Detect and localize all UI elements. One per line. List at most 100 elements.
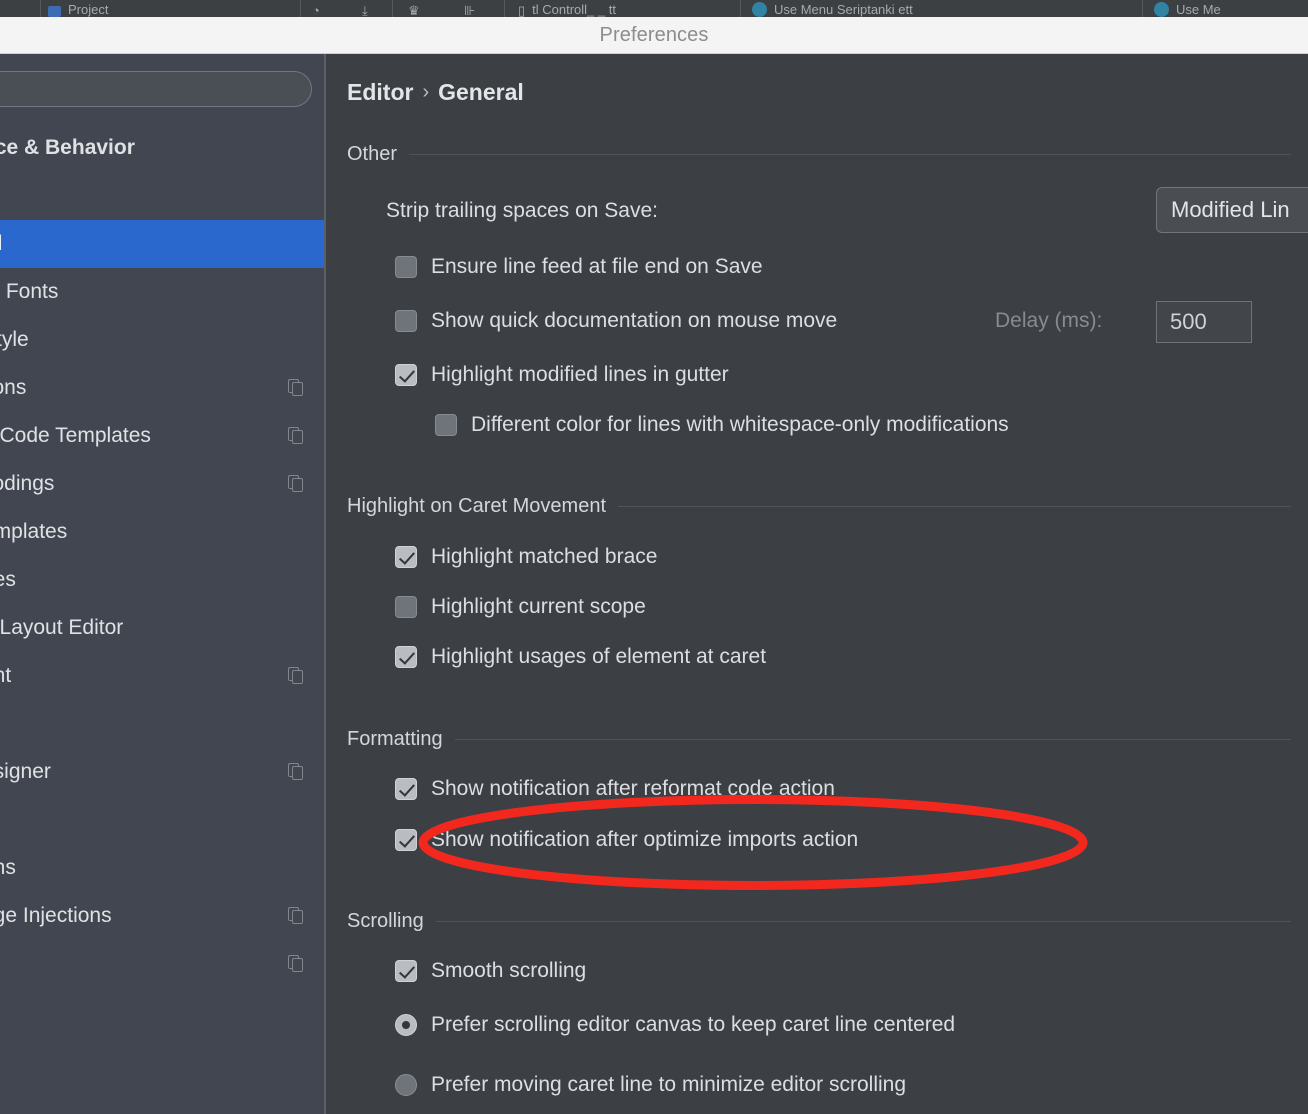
sidebar-item-general[interactable]: al — [0, 220, 324, 268]
checkbox-label: Show quick documentation on mouse move — [431, 309, 838, 332]
highlight-current-scope-row[interactable]: Highlight current scope — [395, 595, 646, 619]
copy-icon[interactable] — [288, 955, 304, 973]
sidebar-item-blank-2[interactable] — [0, 700, 324, 748]
sidebar-item-label: d Code Templates — [0, 424, 151, 447]
section-formatting-header: Formatting — [347, 727, 1291, 751]
smooth-scrolling-checkbox[interactable] — [395, 960, 417, 982]
toolbar-item-label: Project — [68, 2, 109, 17]
breadcrumb-root[interactable]: Editor — [347, 79, 413, 106]
toolbar-crown-item[interactable]: ♛ — [408, 0, 420, 17]
toolbar-user-item-1[interactable]: Use Menu Seriptanki ett — [752, 0, 913, 17]
checkbox-label: Smooth scrolling — [431, 959, 587, 982]
strip-trailing-spaces-dropdown[interactable]: Modified Lin — [1156, 187, 1308, 233]
checkbox-label: Highlight current scope — [431, 595, 646, 618]
highlight-modified-lines-row[interactable]: Highlight modified lines in gutter — [395, 363, 729, 387]
prefer-moving-caret-radio[interactable] — [395, 1074, 417, 1096]
delay-value: 500 — [1170, 309, 1207, 334]
copy-icon[interactable] — [288, 907, 304, 925]
show-notification-optimize-checkbox[interactable] — [395, 829, 417, 851]
download-icon: ⤓ — [362, 3, 368, 17]
copy-icon[interactable] — [288, 763, 304, 781]
sidebar-item-file-encodings[interactable]: codings — [0, 460, 324, 508]
sidebar-item-blank-1[interactable] — [0, 172, 324, 220]
highlight-modified-lines-checkbox[interactable] — [395, 364, 417, 386]
radio-label: Prefer moving caret line to minimize edi… — [431, 1073, 907, 1096]
toolbar-chart-item[interactable]: ⊪ — [464, 0, 475, 17]
ensure-line-feed-row[interactable]: Ensure line feed at file end on Save — [395, 255, 763, 279]
search-input[interactable] — [0, 71, 312, 107]
toolbar-project-item[interactable]: Project — [48, 0, 108, 17]
sidebar-item-code-style[interactable]: Style — [0, 316, 324, 364]
window-titlebar: Preferences — [0, 17, 1308, 54]
quick-documentation-checkbox[interactable] — [395, 310, 417, 332]
sidebar-item-label: ght — [0, 664, 12, 687]
copy-icon[interactable] — [288, 427, 304, 445]
prefer-scrolling-canvas-row[interactable]: Prefer scrolling editor canvas to keep c… — [395, 1013, 955, 1037]
show-notification-reformat-row[interactable]: Show notification after reformat code ac… — [395, 777, 835, 801]
copy-icon[interactable] — [288, 475, 304, 493]
show-notification-optimize-row[interactable]: Show notification after optimize imports… — [395, 828, 858, 852]
sidebar-item-label: pes — [0, 568, 16, 591]
highlight-matched-brace-checkbox[interactable] — [395, 546, 417, 568]
delay-input[interactable]: 500 — [1156, 301, 1252, 343]
sidebar-item-inspections[interactable]: tions — [0, 364, 324, 412]
sidebar-item-intentions[interactable]: ons — [0, 844, 324, 892]
section-scrolling-header: Scrolling — [347, 909, 1291, 933]
sidebar-item-color-and-fonts[interactable]: & Fonts — [0, 268, 324, 316]
section-scrolling: Scrolling — [347, 909, 1291, 933]
sidebar-item-images[interactable]: s — [0, 796, 324, 844]
avatar-icon — [1154, 2, 1169, 17]
sidebar-item-live-templates[interactable]: emplates — [0, 508, 324, 556]
prefer-scrolling-canvas-radio[interactable] — [395, 1014, 417, 1036]
settings-sidebar: nce & Behavior al & Fonts Style tions — [0, 54, 326, 1114]
section-title: Formatting — [347, 727, 443, 750]
window-title: Preferences — [599, 23, 709, 46]
toolbar-phone-item[interactable]: ▯ tl Controll_ _ tt — [518, 0, 616, 17]
sidebar-item-gui-designer[interactable]: esigner — [0, 748, 324, 796]
toolbar-item-label: Use Menu Seriptanki ett — [774, 2, 913, 17]
sidebar-item-file-and-code-templates[interactable]: d Code Templates — [0, 412, 324, 460]
settings-detail-panel: Editor › General Other Strip trailing sp… — [328, 54, 1308, 1114]
different-color-whitespace-row[interactable]: Different color for lines with whitespac… — [435, 413, 1009, 437]
sidebar-item-appearance-behavior[interactable]: nce & Behavior — [0, 124, 324, 172]
sidebar-item-copyright[interactable]: ght — [0, 652, 324, 700]
section-other-header: Other — [347, 142, 1291, 166]
sidebar-item-label: esigner — [0, 760, 51, 783]
sidebar-item-label: al — [0, 232, 2, 256]
prefer-moving-caret-row[interactable]: Prefer moving caret line to minimize edi… — [395, 1073, 906, 1097]
toolbar-download-item[interactable]: ⤓ — [362, 0, 368, 17]
highlight-current-scope-checkbox[interactable] — [395, 596, 417, 618]
checkbox-label: Show notification after optimize imports… — [431, 828, 859, 851]
toolbar-user-item-2[interactable]: Use Me — [1154, 0, 1221, 17]
sidebar-item-label: & Fonts — [0, 280, 59, 303]
delay-label: Delay (ms): — [995, 309, 1102, 333]
sidebar-item-language-injections[interactable]: age Injections — [0, 892, 324, 940]
project-icon — [48, 6, 61, 17]
copy-icon[interactable] — [288, 379, 304, 397]
highlight-usages-checkbox[interactable] — [395, 646, 417, 668]
sidebar-item-label: Style — [0, 328, 29, 351]
smooth-scrolling-row[interactable]: Smooth scrolling — [395, 959, 586, 983]
section-divider — [435, 920, 1291, 922]
sidebar-item-spelling[interactable]: g — [0, 940, 324, 988]
highlight-usages-row[interactable]: Highlight usages of element at caret — [395, 645, 766, 669]
section-other: Other — [347, 142, 1291, 166]
sidebar-item-label: nce & Behavior — [0, 136, 135, 159]
settings-tree: nce & Behavior al & Fonts Style tions — [0, 124, 324, 988]
checkbox-label: Different color for lines with whitespac… — [471, 413, 1009, 436]
sidebar-item-label: age Injections — [0, 904, 112, 927]
copy-icon[interactable] — [288, 667, 304, 685]
sidebar-item-file-types[interactable]: pes — [0, 556, 324, 604]
show-notification-reformat-checkbox[interactable] — [395, 778, 417, 800]
ide-toolbar-strip: Project ◔ ⤓ ♛ ⊪ ▯ tl Controll_ _ tt Use … — [0, 0, 1308, 17]
highlight-matched-brace-row[interactable]: Highlight matched brace — [395, 545, 657, 569]
quick-documentation-row[interactable]: Show quick documentation on mouse move — [395, 309, 837, 333]
chevron-right-icon: › — [422, 81, 430, 103]
radio-label: Prefer scrolling editor canvas to keep c… — [431, 1013, 956, 1036]
toolbar-clock-item[interactable]: ◔ — [312, 0, 320, 17]
sidebar-item-label: d Layout Editor — [0, 616, 124, 639]
section-title: Other — [347, 142, 398, 165]
different-color-whitespace-checkbox[interactable] — [435, 414, 457, 436]
sidebar-item-layout-editor[interactable]: d Layout Editor — [0, 604, 324, 652]
ensure-line-feed-checkbox[interactable] — [395, 256, 417, 278]
